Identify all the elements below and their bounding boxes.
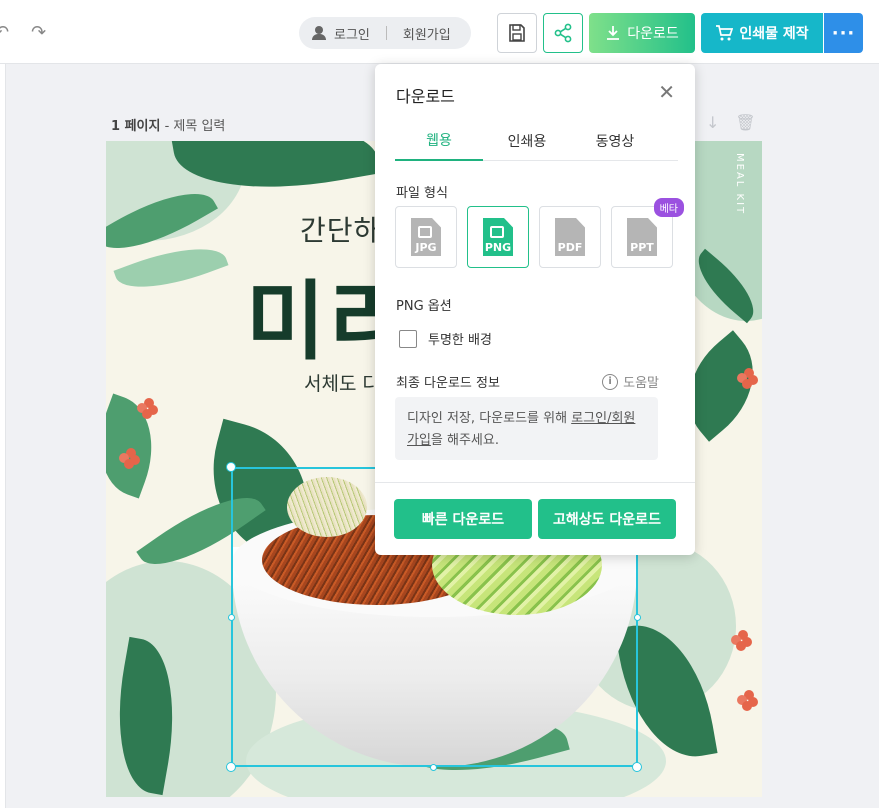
side-vertical-text[interactable]: MEAL KIT — [734, 153, 745, 215]
flower-decoration — [736, 641, 746, 651]
resize-handle-top-left[interactable] — [226, 462, 236, 472]
download-info-box: 디자인 저장, 다운로드를 위해 로그인/회원가입을 해주세요. — [395, 397, 658, 460]
history-controls: ↶ ↷ — [0, 22, 46, 43]
info-text-prefix: 디자인 저장, 다운로드를 위해 — [407, 411, 572, 426]
beta-badge: 베타 — [653, 198, 684, 217]
hires-download-button[interactable]: 고해상도 다운로드 — [538, 499, 676, 539]
headline-sub-text[interactable]: 서체도 다 — [304, 369, 380, 396]
png-file-icon: PNG — [483, 218, 513, 256]
download-panel: 다운로드 ✕ 웹용 인쇄용 동영상 파일 형식 JPG PNG PDF PPT … — [375, 64, 695, 555]
fast-download-button[interactable]: 빠른 다운로드 — [394, 499, 532, 539]
flower-decoration — [742, 379, 752, 389]
page-label: 1 페이지 - 제목 입력 — [111, 115, 225, 134]
trash-icon[interactable]: 🗑 — [735, 113, 755, 132]
top-toolbar: ↶ ↷ 로그인 회원가입 다운로드 인쇄물 제작 ··· — [0, 0, 879, 64]
transparent-bg-option[interactable]: 투명한 배경 — [399, 329, 492, 348]
resize-handle-bottom[interactable] — [430, 764, 437, 771]
print-order-button[interactable]: 인쇄물 제작 — [701, 13, 823, 53]
info-icon: i — [602, 373, 619, 390]
flower-decoration — [124, 459, 134, 469]
share-icon — [554, 23, 572, 43]
resize-handle-bottom-left[interactable] — [226, 762, 236, 772]
page-separator: - — [160, 119, 174, 134]
tab-video[interactable]: 동영상 — [571, 121, 659, 161]
save-button[interactable] — [497, 13, 537, 53]
format-jpg-option[interactable]: JPG — [395, 206, 457, 268]
panel-divider — [375, 482, 695, 483]
page-number: 1 페이지 — [111, 119, 161, 134]
more-options-button[interactable]: ··· — [824, 13, 863, 53]
ppt-file-icon: PPT — [627, 218, 657, 256]
help-label: 도움말 — [623, 376, 659, 391]
signup-link[interactable]: 회원가입 — [403, 24, 451, 43]
print-button-label: 인쇄물 제작 — [739, 26, 809, 42]
help-link[interactable]: i 도움말 — [602, 372, 659, 391]
save-icon — [509, 24, 525, 42]
transparent-bg-checkbox[interactable] — [399, 329, 417, 348]
resize-handle-left[interactable] — [228, 614, 235, 621]
format-pdf-option[interactable]: PDF — [539, 206, 601, 268]
login-link[interactable]: 로그인 — [334, 24, 370, 43]
file-format-label: 파일 형식 — [396, 186, 448, 201]
flower-decoration — [742, 701, 752, 711]
final-info-label: 최종 다운로드 정보 — [396, 376, 500, 391]
share-button[interactable] — [543, 13, 583, 53]
format-ppt-option[interactable]: PPT 베타 — [611, 198, 684, 268]
auth-pill: 로그인 회원가입 — [299, 17, 471, 49]
left-panel-edge — [0, 64, 6, 808]
transparent-bg-label: 투명한 배경 — [428, 333, 492, 348]
redo-icon[interactable]: ↷ — [31, 22, 46, 43]
tab-web[interactable]: 웹용 — [395, 121, 483, 161]
download-button-label: 다운로드 — [627, 26, 679, 42]
file-format-options: JPG PNG PDF PPT 베타 — [395, 198, 684, 268]
png-options-label: PNG 옵션 — [396, 299, 452, 314]
page-download-icon[interactable]: ↓ — [706, 113, 719, 132]
download-tabs: 웹용 인쇄용 동영상 — [395, 121, 678, 161]
pdf-file-icon: PDF — [555, 218, 585, 256]
page-title-input[interactable]: 제목 입력 — [173, 119, 225, 134]
leaf-decoration — [106, 393, 170, 499]
download-button[interactable]: 다운로드 — [589, 13, 695, 53]
jpg-file-icon: JPG — [411, 218, 441, 256]
resize-handle-right[interactable] — [634, 614, 641, 621]
download-panel-title: 다운로드 — [396, 87, 455, 106]
download-icon — [607, 26, 620, 40]
cart-icon — [716, 25, 734, 41]
tab-print[interactable]: 인쇄용 — [483, 121, 571, 161]
format-png-option[interactable]: PNG — [467, 206, 529, 268]
user-icon — [312, 26, 326, 40]
resize-handle-bottom-right[interactable] — [632, 762, 642, 772]
info-text-suffix: 을 해주세요. — [430, 433, 499, 448]
flower-decoration — [142, 409, 152, 419]
close-icon[interactable]: ✕ — [658, 80, 675, 104]
auth-divider — [385, 26, 387, 40]
page-actions: ↓ 🗑 — [706, 113, 756, 132]
undo-icon[interactable]: ↶ — [0, 22, 9, 43]
